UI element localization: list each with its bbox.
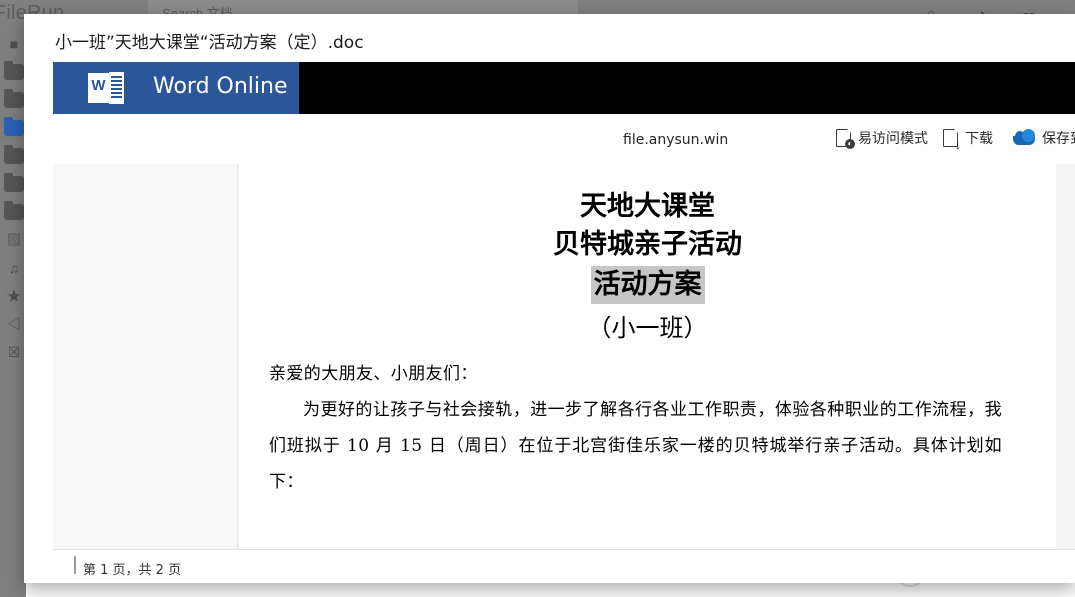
accessible-mode-label: 易访问模式 <box>858 131 928 147</box>
word-online-header: W Word Online <box>53 62 1075 114</box>
share-icon: ◁ <box>7 316 21 332</box>
folder-icon <box>4 89 24 108</box>
page-count-label: 第 1 页，共 2 页 <box>83 563 182 578</box>
status-divider <box>74 556 76 574</box>
trash-icon: ☒ <box>7 344 21 360</box>
document-heading-3-wrapper: 活动方案 <box>239 266 1056 304</box>
word-online-brand[interactable]: W Word Online <box>53 62 299 114</box>
folder-icon <box>4 117 24 136</box>
document-heading-1: 天地大课堂 <box>580 191 715 222</box>
word-logo-icon: W <box>88 72 124 104</box>
download-label: 下载 <box>965 131 993 147</box>
cloud-icon <box>1013 129 1035 145</box>
document-paragraph-2: 为更好的让孩子与社会接轨，进一步了解各行各业工作职责，体验各种职业的工作流程，我… <box>269 400 1002 492</box>
download-icon: ↓ <box>943 128 961 151</box>
folder-icon <box>4 173 24 192</box>
save-to-onedrive-button[interactable]: 保存到 One <box>1013 128 1075 148</box>
download-button[interactable]: ↓ 下载 <box>943 128 993 151</box>
background-sidebar[interactable]: ■ My Files ▧ Photos <box>0 30 122 597</box>
document-paragraph-1: 亲爱的大朋友、小朋友们： <box>269 364 478 384</box>
music-icon: ♫ <box>8 260 20 276</box>
host-label: file.anysun.win <box>623 132 729 148</box>
folder-icon <box>4 201 24 220</box>
document-page: 天地大课堂 贝特城亲子活动 活动方案 （小一班） 亲爱的大朋友、小朋友们： 为更… <box>239 164 1056 549</box>
drive-icon: ■ <box>9 36 19 52</box>
word-logo-letter: W <box>91 77 106 94</box>
document-heading-4: （小一班） <box>587 314 708 342</box>
viewer-toolbar: file.anysun.win ◐ 易访问模式 ↓ 下载 保存到 One <box>53 114 1075 164</box>
word-online-title: Word Online <box>153 74 288 99</box>
folder-icon <box>4 145 24 164</box>
document-heading-3-highlighted: 活动方案 <box>590 266 705 304</box>
save-to-onedrive-label: 保存到 One <box>1042 131 1075 147</box>
viewer-status-bar: 第 1 页，共 2 页 <box>53 549 1075 583</box>
folder-icon <box>4 61 24 80</box>
photo-icon: ▧ <box>7 232 21 248</box>
document-filename: 小一班”天地大课堂“活动方案（定）.doc <box>55 33 364 53</box>
accessibility-document-icon: ◐ <box>836 128 855 149</box>
document-stage: 天地大课堂 贝特城亲子活动 活动方案 （小一班） 亲爱的大朋友、小朋友们： 为更… <box>53 164 1075 549</box>
word-online-viewer: 小一班”天地大课堂“活动方案（定）.doc W Word Online file… <box>24 14 1075 583</box>
accessible-mode-button[interactable]: ◐ 易访问模式 <box>836 128 928 149</box>
navigation-pane[interactable] <box>53 164 238 549</box>
star-icon: ★ <box>7 288 21 304</box>
document-heading-2: 贝特城亲子活动 <box>553 229 742 260</box>
